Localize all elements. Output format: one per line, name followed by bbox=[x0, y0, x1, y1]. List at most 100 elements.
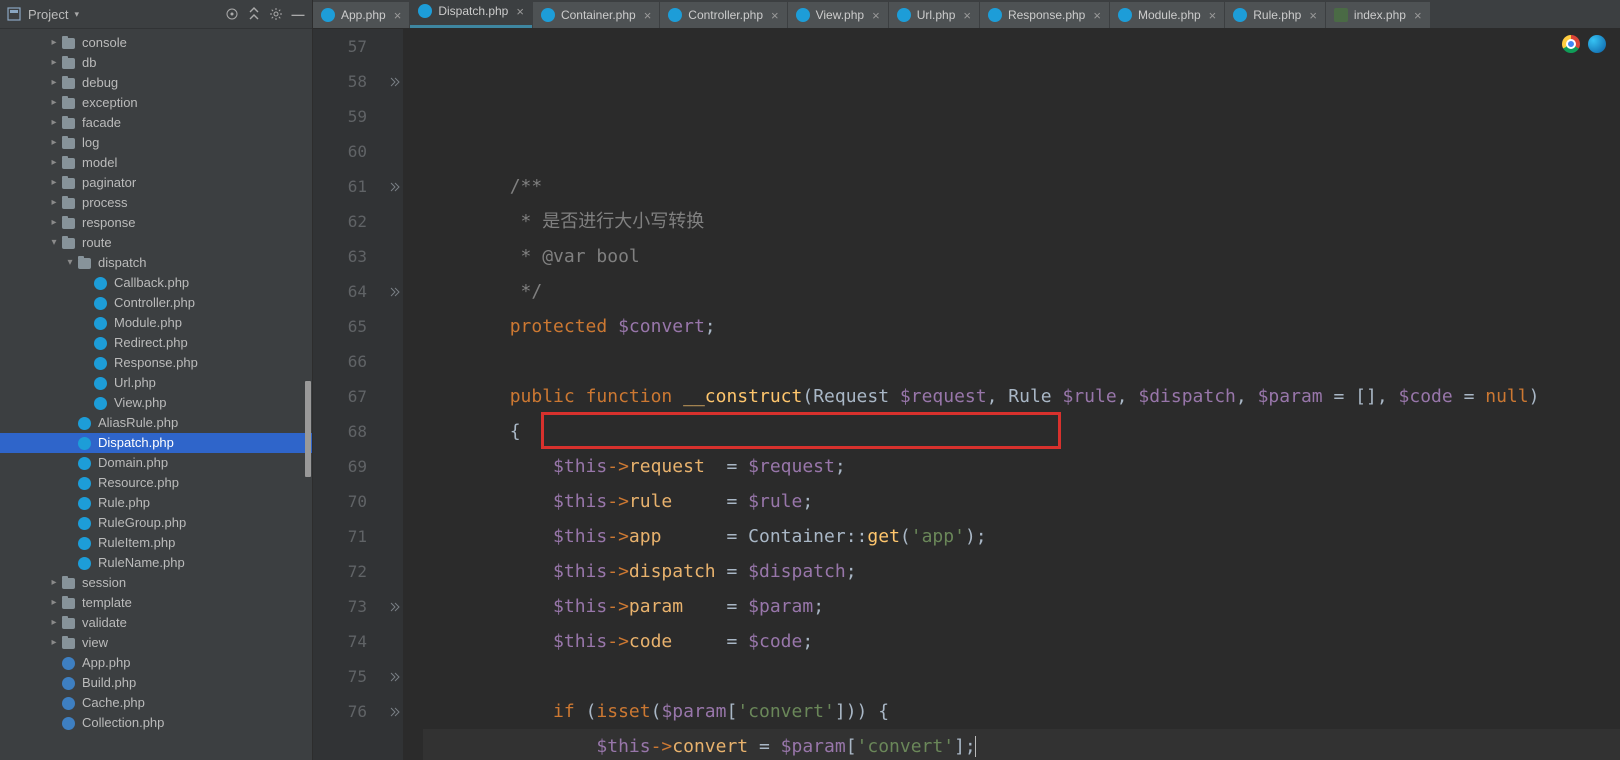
folder-item[interactable]: ▸validate bbox=[0, 613, 312, 633]
file-item[interactable]: Build.php bbox=[0, 673, 312, 693]
close-tab-icon[interactable]: × bbox=[516, 4, 524, 19]
code-line[interactable]: */ bbox=[423, 274, 1620, 309]
folder-item[interactable]: ▸console bbox=[0, 33, 312, 53]
file-item[interactable]: Dispatch.php bbox=[0, 433, 312, 453]
tree-arrow-icon[interactable] bbox=[64, 473, 76, 493]
code-line[interactable]: * @var bool bbox=[423, 239, 1620, 274]
editor-tab[interactable]: View.php× bbox=[788, 2, 888, 28]
tree-arrow-icon[interactable]: ▸ bbox=[48, 73, 60, 93]
editor-tab[interactable]: Url.php× bbox=[889, 2, 979, 28]
project-dropdown[interactable]: Project ▾ bbox=[28, 7, 79, 22]
file-item[interactable]: Rule.php bbox=[0, 493, 312, 513]
close-tab-icon[interactable]: × bbox=[644, 8, 652, 23]
code-line[interactable]: $this->dispatch = $dispatch; bbox=[423, 554, 1620, 589]
close-tab-icon[interactable]: × bbox=[1093, 8, 1101, 23]
tree-arrow-icon[interactable] bbox=[64, 493, 76, 513]
code-content[interactable]: /** * 是否进行大小写转换 * @var bool */ protected… bbox=[403, 29, 1620, 760]
tree-arrow-icon[interactable] bbox=[48, 673, 60, 693]
close-tab-icon[interactable]: × bbox=[1209, 8, 1217, 23]
file-item[interactable]: Response.php bbox=[0, 353, 312, 373]
tree-arrow-icon[interactable]: ▸ bbox=[48, 133, 60, 153]
folder-item[interactable]: ▾dispatch bbox=[0, 253, 312, 273]
project-tree[interactable]: ▸console▸db▸debug▸exception▸facade▸log▸m… bbox=[0, 29, 312, 760]
code-line[interactable]: /** bbox=[423, 169, 1620, 204]
tree-arrow-icon[interactable]: ▸ bbox=[48, 573, 60, 593]
code-line[interactable]: $this->request = $request; bbox=[423, 449, 1620, 484]
fold-toggle-icon[interactable] bbox=[389, 181, 401, 193]
file-item[interactable]: App.php bbox=[0, 653, 312, 673]
tree-arrow-icon[interactable] bbox=[48, 653, 60, 673]
folder-item[interactable]: ▸db bbox=[0, 53, 312, 73]
file-item[interactable]: Domain.php bbox=[0, 453, 312, 473]
gear-icon[interactable] bbox=[268, 6, 284, 22]
tree-arrow-icon[interactable] bbox=[80, 313, 92, 333]
tree-arrow-icon[interactable] bbox=[48, 713, 60, 733]
tree-arrow-icon[interactable]: ▸ bbox=[48, 633, 60, 653]
file-item[interactable]: Module.php bbox=[0, 313, 312, 333]
tree-arrow-icon[interactable] bbox=[64, 433, 76, 453]
code-line[interactable]: $this->convert = $param['convert']; bbox=[423, 729, 1620, 760]
close-tab-icon[interactable]: × bbox=[771, 8, 779, 23]
editor-tab[interactable]: Controller.php× bbox=[660, 2, 786, 28]
folder-item[interactable]: ▸facade bbox=[0, 113, 312, 133]
tree-arrow-icon[interactable] bbox=[80, 333, 92, 353]
tree-arrow-icon[interactable] bbox=[80, 353, 92, 373]
tree-arrow-icon[interactable]: ▸ bbox=[48, 213, 60, 233]
tree-arrow-icon[interactable]: ▸ bbox=[48, 593, 60, 613]
code-line[interactable]: protected $convert; bbox=[423, 309, 1620, 344]
file-item[interactable]: AliasRule.php bbox=[0, 413, 312, 433]
editor-tab[interactable]: Module.php× bbox=[1110, 2, 1224, 28]
hide-icon[interactable]: — bbox=[290, 6, 306, 22]
chrome-icon[interactable] bbox=[1562, 35, 1580, 53]
code-line[interactable]: $this->param = $param; bbox=[423, 589, 1620, 624]
tree-arrow-icon[interactable] bbox=[64, 513, 76, 533]
file-item[interactable]: RuleItem.php bbox=[0, 533, 312, 553]
editor-tab[interactable]: index.php× bbox=[1326, 2, 1430, 28]
folder-item[interactable]: ▸process bbox=[0, 193, 312, 213]
close-tab-icon[interactable]: × bbox=[1309, 8, 1317, 23]
code-line[interactable]: public function __construct(Request $req… bbox=[423, 379, 1620, 414]
tree-arrow-icon[interactable]: ▸ bbox=[48, 173, 60, 193]
folder-item[interactable]: ▸debug bbox=[0, 73, 312, 93]
tree-arrow-icon[interactable]: ▸ bbox=[48, 193, 60, 213]
code-line[interactable] bbox=[423, 659, 1620, 694]
tree-arrow-icon[interactable]: ▸ bbox=[48, 113, 60, 133]
file-item[interactable]: Collection.php bbox=[0, 713, 312, 733]
folder-item[interactable]: ▸session bbox=[0, 573, 312, 593]
tree-arrow-icon[interactable] bbox=[64, 413, 76, 433]
editor-tab[interactable]: Dispatch.php× bbox=[410, 0, 532, 28]
file-item[interactable]: Redirect.php bbox=[0, 333, 312, 353]
tree-arrow-icon[interactable]: ▸ bbox=[48, 153, 60, 173]
collapse-all-icon[interactable] bbox=[246, 6, 262, 22]
tree-arrow-icon[interactable] bbox=[80, 373, 92, 393]
fold-toggle-icon[interactable] bbox=[389, 706, 401, 718]
folder-item[interactable]: ▸exception bbox=[0, 93, 312, 113]
edge-icon[interactable] bbox=[1588, 35, 1606, 53]
code-line[interactable]: * 是否进行大小写转换 bbox=[423, 204, 1620, 239]
close-tab-icon[interactable]: × bbox=[872, 8, 880, 23]
file-item[interactable]: View.php bbox=[0, 393, 312, 413]
fold-toggle-icon[interactable] bbox=[389, 76, 401, 88]
file-item[interactable]: Cache.php bbox=[0, 693, 312, 713]
folder-item[interactable]: ▸model bbox=[0, 153, 312, 173]
folder-item[interactable]: ▸paginator bbox=[0, 173, 312, 193]
editor-tab[interactable]: Container.php× bbox=[533, 2, 659, 28]
tree-arrow-icon[interactable] bbox=[80, 273, 92, 293]
editor-tab[interactable]: Rule.php× bbox=[1225, 2, 1325, 28]
code-line[interactable]: $this->app = Container::get('app'); bbox=[423, 519, 1620, 554]
file-item[interactable]: Url.php bbox=[0, 373, 312, 393]
tree-arrow-icon[interactable] bbox=[80, 393, 92, 413]
folder-item[interactable]: ▸view bbox=[0, 633, 312, 653]
folder-item[interactable]: ▸response bbox=[0, 213, 312, 233]
file-item[interactable]: Resource.php bbox=[0, 473, 312, 493]
close-tab-icon[interactable]: × bbox=[963, 8, 971, 23]
code-line[interactable]: if (isset($param['convert'])) { bbox=[423, 694, 1620, 729]
fold-toggle-icon[interactable] bbox=[389, 671, 401, 683]
tree-arrow-icon[interactable]: ▸ bbox=[48, 53, 60, 73]
file-item[interactable]: Callback.php bbox=[0, 273, 312, 293]
code-line[interactable]: $this->rule = $rule; bbox=[423, 484, 1620, 519]
scrollbar-thumb[interactable] bbox=[305, 381, 311, 477]
tree-arrow-icon[interactable] bbox=[80, 293, 92, 313]
folder-item[interactable]: ▾route bbox=[0, 233, 312, 253]
code-line[interactable] bbox=[423, 134, 1620, 169]
